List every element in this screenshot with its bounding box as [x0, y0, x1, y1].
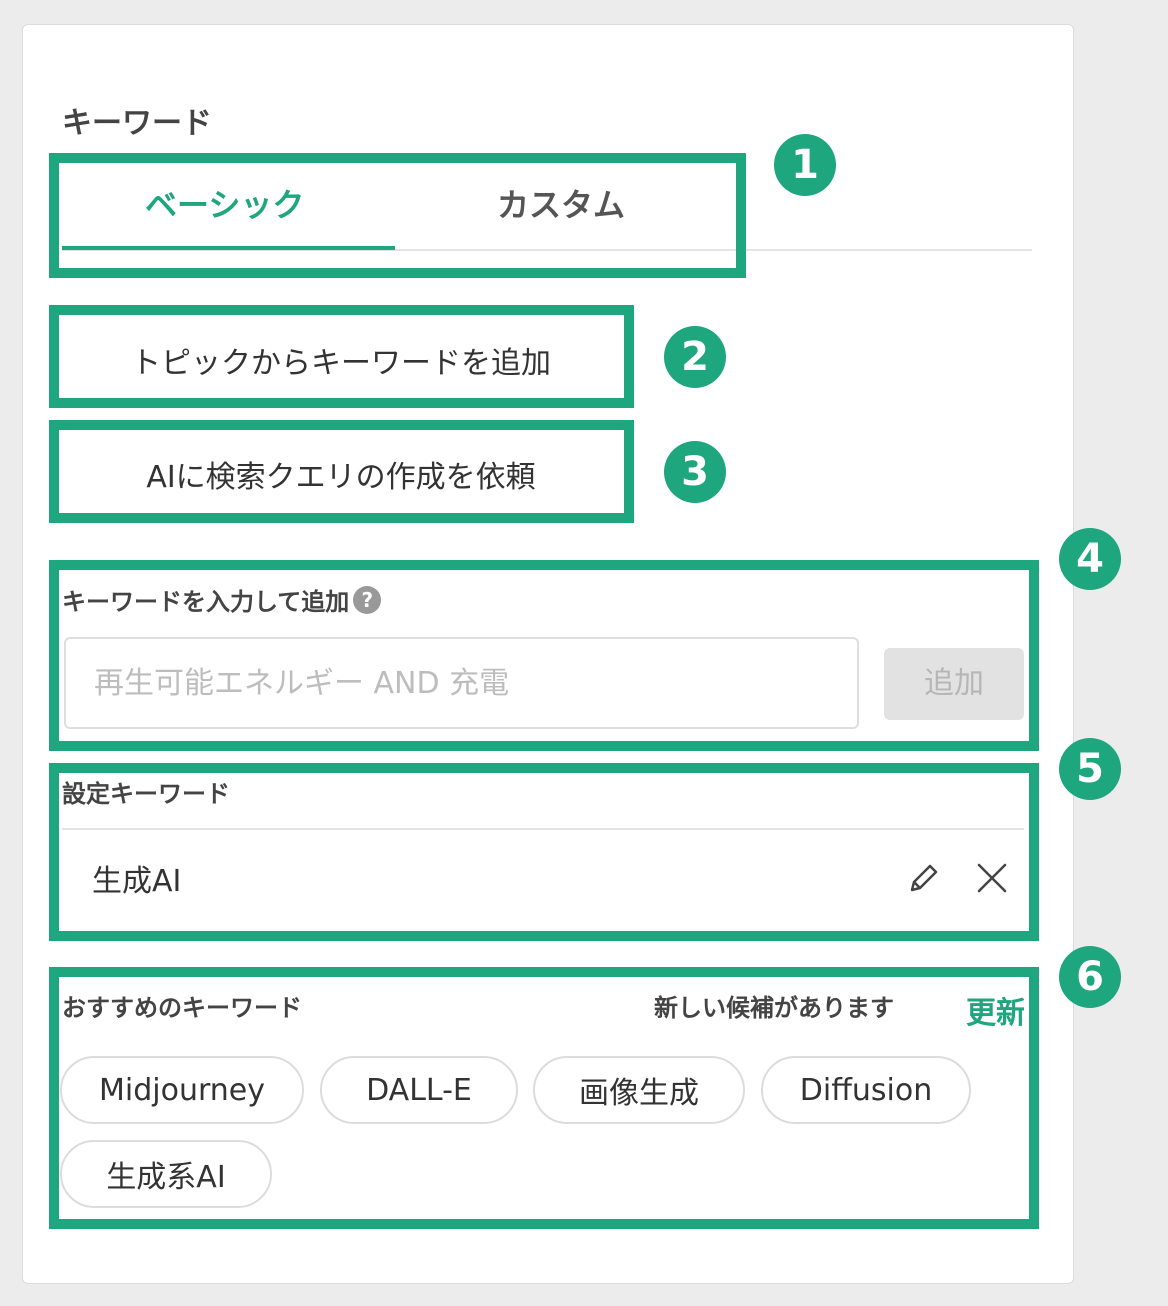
- annotation-badge-5: 5: [1059, 738, 1121, 800]
- annotation-box-ai-button: [49, 420, 634, 523]
- annotation-badge-6: 6: [1059, 946, 1121, 1008]
- annotation-box-keyword-input: [49, 560, 1039, 751]
- annotation-box-recommended: [49, 967, 1039, 1229]
- section-title: キーワード: [62, 106, 212, 141]
- annotation-badge-4: 4: [1059, 528, 1121, 590]
- annotation-box-tabs: [49, 153, 746, 278]
- annotation-box-topic-button: [49, 305, 634, 408]
- annotation-box-set-keywords: [49, 763, 1039, 941]
- annotation-badge-1: 1: [774, 134, 836, 196]
- annotation-badge-3: 3: [664, 441, 726, 503]
- annotation-badge-2: 2: [664, 326, 726, 388]
